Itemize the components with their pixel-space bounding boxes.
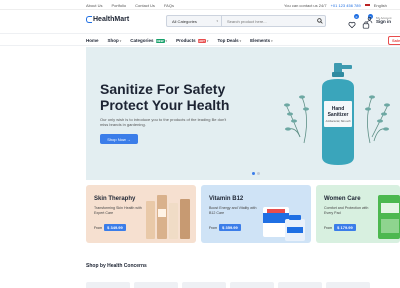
nav-item-products[interactable]: Products HOT ▾ xyxy=(176,38,208,43)
top-link-contact[interactable]: Contact Us xyxy=(135,3,155,8)
nav-item-label: Top Deals xyxy=(217,38,239,43)
contact-text: You can contact us 24/7 xyxy=(284,3,327,8)
carousel-dot[interactable] xyxy=(257,172,260,175)
wishlist-button[interactable]: 0 xyxy=(348,14,359,29)
shop-now-label: Shop Now xyxy=(107,136,126,142)
arrow-right-icon: → xyxy=(126,136,131,142)
account-text: My Account Sign in xyxy=(376,16,392,24)
nav-item-home[interactable]: Home xyxy=(86,38,99,43)
promo-subtitle: Transforming Skin Health with Expert Car… xyxy=(94,206,142,215)
promo-price: $ 349.99 xyxy=(104,224,126,231)
hero-title: Sanitize For Safety Protect Your Health xyxy=(100,81,230,113)
hand-sanitizer-image: Hand Sanitizer Antibacterial, Skin-soft xyxy=(284,63,390,165)
nav-item-shop[interactable]: Shop ▾ xyxy=(108,38,122,43)
top-link-about[interactable]: About Us xyxy=(86,3,102,8)
promo-from: From xyxy=(209,225,218,230)
nav-item-label: Shop xyxy=(107,38,119,43)
top-links: About Us Portfolio Contact Us FAQs xyxy=(86,3,174,8)
search-button[interactable] xyxy=(315,16,325,26)
wishlist-count: 0 xyxy=(354,14,359,19)
concern-thumbnail[interactable] xyxy=(326,282,370,288)
nav-item-label: Home xyxy=(86,38,99,43)
promo-card-skin[interactable]: Skin Theraphy Transforming Skin Health w… xyxy=(86,185,196,243)
promo-subtitle: Comfort and Protection with Every Pad xyxy=(324,206,369,215)
women-care-image xyxy=(378,195,400,239)
shop-now-button[interactable]: Shop Now → xyxy=(100,134,138,144)
chevron-down-icon: ▾ xyxy=(271,38,273,43)
nav-item-categories[interactable]: Categories NEW ▾ xyxy=(130,38,167,43)
chevron-down-icon: ▾ xyxy=(165,38,168,43)
concern-thumbnails xyxy=(86,282,370,288)
promo-from: From xyxy=(324,225,333,230)
promo-price: $ 179.99 xyxy=(334,224,356,231)
promo-from: From xyxy=(94,225,103,230)
chevron-down-icon: ▾ xyxy=(239,38,242,43)
promo-price-row: From $ 349.99 xyxy=(94,224,126,231)
sign-in-link[interactable]: Sign in xyxy=(376,19,392,24)
sale-button[interactable]: Sale xyxy=(388,36,400,45)
concern-thumbnail[interactable] xyxy=(278,282,322,288)
phone-number[interactable]: +01 123 456 789 xyxy=(331,3,361,8)
section-title: Shop by Health Concerns xyxy=(86,263,147,269)
user-icon xyxy=(366,16,373,24)
promo-title: Vitamin B12 xyxy=(209,196,244,202)
carousel-dot[interactable] xyxy=(252,172,255,175)
promo-price-row: From $ 359.99 xyxy=(209,224,241,231)
heart-icon xyxy=(348,21,356,29)
concern-thumbnail[interactable] xyxy=(182,282,226,288)
logo[interactable]: HealthMart xyxy=(86,16,129,23)
logo-text: HealthMart xyxy=(93,16,130,23)
hot-badge: HOT xyxy=(197,38,206,43)
search-bar: All Categories ▾ xyxy=(166,15,326,27)
concern-thumbnail[interactable] xyxy=(86,282,130,288)
hero-banner: Sanitize For Safety Protect Your Health … xyxy=(86,47,400,180)
main-nav: Home Shop ▾ Categories NEW ▾ Products HO… xyxy=(0,33,400,46)
bottle-label: Antibacterial, Skin-soft xyxy=(326,120,351,123)
chevron-down-icon: ▾ xyxy=(216,19,218,23)
search-input[interactable] xyxy=(222,16,315,26)
logo-icon xyxy=(86,16,92,23)
top-contact: You can contact us 24/7 +01 123 456 789 … xyxy=(284,3,387,8)
promo-card-vitamin[interactable]: Vitamin B12 Boost Energy and Vitality wi… xyxy=(201,185,311,243)
new-badge: NEW xyxy=(155,38,165,43)
skincare-image xyxy=(146,195,190,239)
promo-price: $ 359.99 xyxy=(219,224,241,231)
nav-item-label: Categories xyxy=(130,38,154,43)
language-select[interactable]: English xyxy=(374,3,387,8)
promo-subtitle: Boost Energy and Vitality with B12 Care xyxy=(209,206,257,215)
flag-icon xyxy=(364,3,370,8)
concern-thumbnail[interactable] xyxy=(230,282,274,288)
header: HealthMart All Categories ▾ 0 0 My Accou… xyxy=(0,10,400,32)
category-select[interactable]: All Categories ▾ xyxy=(167,16,222,26)
vitamin-bottle-image xyxy=(263,207,305,241)
promo-card-women[interactable]: Women Care Comfort and Protection with E… xyxy=(316,185,400,243)
top-link-portfolio[interactable]: Portfolio xyxy=(111,3,126,8)
nav-item-label: Products xyxy=(176,38,196,43)
chevron-down-icon: ▾ xyxy=(119,38,122,43)
nav-item-label: Elements xyxy=(250,38,271,43)
nav-item-top-deals[interactable]: Top Deals ▾ xyxy=(217,38,241,43)
promo-price-row: From $ 179.99 xyxy=(324,224,356,231)
bottle-label: Sanitizer xyxy=(328,112,349,118)
carousel-dots xyxy=(252,172,260,175)
hero-description: Our only wish is to introduce you to the… xyxy=(100,117,227,127)
promo-title: Women Care xyxy=(324,196,361,202)
top-link-faqs[interactable]: FAQs xyxy=(164,3,174,8)
nav-item-elements[interactable]: Elements ▾ xyxy=(250,38,273,43)
top-bar: About Us Portfolio Contact Us FAQs You c… xyxy=(0,0,400,10)
search-icon xyxy=(317,18,323,24)
concern-thumbnail[interactable] xyxy=(134,282,178,288)
account-link[interactable]: My Account Sign in xyxy=(366,16,392,24)
promo-title: Skin Theraphy xyxy=(94,196,136,202)
chevron-down-icon: ▾ xyxy=(206,38,209,43)
category-select-label: All Categories xyxy=(172,18,197,24)
